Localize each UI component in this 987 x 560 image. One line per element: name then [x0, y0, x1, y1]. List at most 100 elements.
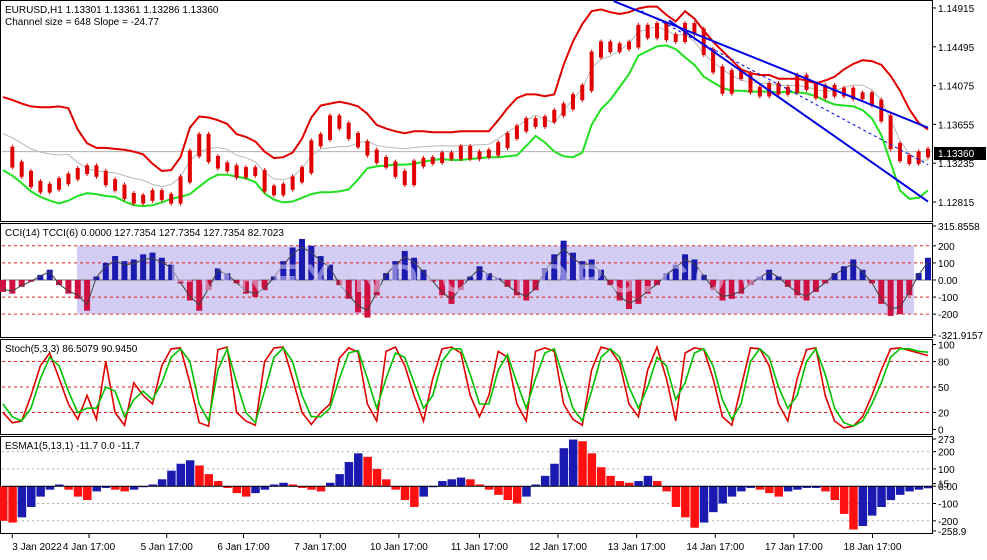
esma-bar	[634, 481, 643, 487]
cci-tick-label: -100	[938, 293, 958, 304]
cci-bar	[112, 256, 119, 280]
esma-bar	[578, 441, 587, 487]
time-tick-label: 12 Jan 17:00	[529, 542, 587, 553]
cci-tick-label: -200	[938, 310, 958, 321]
current-price-label: 1.13360	[938, 149, 975, 160]
esma-bar	[363, 456, 372, 487]
esma-bar	[681, 486, 690, 518]
candle-body	[729, 70, 734, 94]
price-tick-label: 1.14915	[938, 4, 975, 15]
time-tick-label: 6 Jan 17:00	[217, 542, 270, 553]
candle-body	[570, 94, 575, 110]
candle-body	[804, 74, 809, 90]
price-panel-frame	[0, 0, 933, 222]
candle-body	[197, 133, 202, 157]
esma-bar	[316, 486, 326, 492]
time-tick-label: 13 Jan 17:00	[608, 542, 666, 553]
candle-body	[449, 152, 454, 160]
candle-body	[645, 24, 650, 39]
stoch-panel-title: Stoch(5,3,3) 86.5079 90.9450	[5, 344, 138, 355]
candle-body	[664, 23, 669, 41]
esma-bar	[615, 481, 625, 487]
candle-body	[496, 142, 501, 156]
esma-bar	[36, 486, 45, 497]
esma-bar	[0, 486, 8, 521]
esma-bar	[176, 463, 186, 487]
esma-bar	[699, 486, 709, 523]
cci-bar	[149, 252, 156, 280]
esma-bar	[307, 486, 316, 490]
candle-body	[926, 148, 930, 158]
candle-body	[66, 173, 71, 185]
esma-bar	[512, 486, 522, 504]
candle-body	[897, 143, 902, 162]
candle-body	[720, 66, 725, 94]
esma-bar	[690, 486, 699, 528]
esma-bar	[456, 477, 466, 487]
esma-bar	[410, 486, 419, 507]
esma-bar	[335, 474, 344, 487]
candle-body	[365, 141, 370, 156]
esma-bar	[120, 486, 129, 492]
candle-body	[271, 185, 276, 196]
esma-bar	[662, 486, 671, 492]
watermark-text: FOREXINDICATORS.COM	[169, 257, 770, 301]
candle-body	[655, 23, 660, 39]
esma-bar	[73, 486, 83, 497]
cci-bar	[74, 279, 81, 299]
time-tick-label: 14 Jan 17:00	[686, 542, 744, 553]
candle-body	[617, 43, 622, 53]
cci-bar	[850, 259, 857, 280]
candle-body	[243, 167, 248, 178]
esma-bar	[522, 486, 531, 497]
candle-body	[879, 99, 884, 122]
candle-body	[103, 170, 108, 186]
time-axis: 3 Jan 2022 4 Jan 17:00 5 Jan 17:00 6 Jan 17…	[11, 534, 902, 553]
esma-bar	[625, 482, 634, 487]
price-tick-label: 1.14075	[938, 82, 975, 93]
candle-body	[94, 165, 99, 177]
cci-tick-label: 200	[938, 242, 955, 253]
candle-body	[281, 183, 286, 196]
esma-bar	[391, 486, 400, 490]
esma-tick-label: -100	[938, 500, 958, 511]
candle-body	[169, 193, 174, 204]
esma-bar	[129, 486, 139, 490]
stoch-tick-label: 50	[938, 383, 950, 394]
esma-bar	[111, 486, 120, 490]
esma-bar	[438, 481, 447, 487]
candle-body	[122, 184, 127, 199]
candle-body	[150, 190, 155, 201]
candle-body	[412, 160, 417, 186]
esma-bar	[877, 486, 886, 507]
candle-body	[10, 146, 15, 168]
esma-tick-label: 200	[938, 448, 955, 459]
esma-bar	[914, 486, 924, 490]
esma-bar	[185, 460, 195, 487]
candle-body	[57, 178, 62, 190]
cci-tick-label: 0.00	[938, 276, 958, 287]
candle-body	[561, 103, 566, 116]
esma-bar	[382, 479, 391, 487]
esma-bar	[886, 486, 896, 501]
candle-body	[636, 24, 641, 48]
candle-body	[430, 156, 435, 164]
esma-bar	[839, 486, 849, 514]
candle-body	[299, 167, 304, 183]
candle-body	[178, 176, 183, 204]
price-panel-subtitle: Channel size = 648 Slope = -24.77	[5, 17, 159, 28]
stoch-tick-label: 20	[938, 408, 950, 419]
time-tick-label: 4 Jan 17:00	[63, 542, 116, 553]
candle-body	[673, 34, 678, 42]
candle-body	[393, 161, 398, 177]
candle-body	[374, 149, 379, 163]
candle-body	[627, 41, 632, 50]
esma-bar	[568, 439, 578, 487]
esma-bar	[596, 467, 606, 487]
esma-bar	[260, 486, 270, 490]
candle-body	[85, 165, 90, 175]
esma-bar	[671, 486, 681, 507]
esma-bar	[167, 470, 176, 487]
esma-bar	[204, 474, 214, 487]
candle-body	[75, 168, 80, 180]
